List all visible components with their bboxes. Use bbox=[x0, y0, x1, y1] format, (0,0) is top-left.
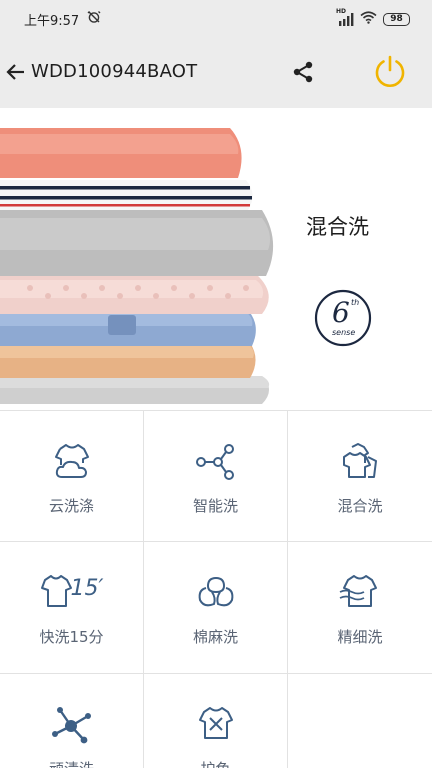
battery-icon: 98 bbox=[383, 12, 410, 26]
program-smart-wash[interactable]: 智能洗 bbox=[144, 411, 287, 541]
cloud-shirt-icon bbox=[49, 441, 95, 481]
program-color-care[interactable]: 护色 bbox=[144, 674, 287, 768]
back-arrow-icon bbox=[6, 64, 24, 80]
program-mixed-wash[interactable]: 混合洗 bbox=[288, 411, 432, 541]
battery-level: 98 bbox=[390, 13, 403, 24]
share-icon bbox=[293, 61, 313, 83]
sense-word: sense bbox=[332, 328, 356, 337]
program-cloud-wash[interactable]: 云洗涤 bbox=[0, 411, 143, 541]
program-label: 混合洗 bbox=[337, 497, 383, 515]
program-label: 精细洗 bbox=[337, 628, 383, 646]
program-label: 护色 bbox=[200, 758, 230, 768]
share-nodes-icon bbox=[193, 441, 239, 481]
program-hero: 混合洗 6 th sense bbox=[0, 108, 432, 410]
sense-number: 6 bbox=[332, 296, 350, 329]
program-delicate[interactable]: 精细洗 bbox=[288, 542, 432, 673]
program-label: 智能洗 bbox=[192, 497, 238, 515]
power-icon bbox=[375, 55, 405, 87]
quick-wash-duration: 15′ bbox=[70, 576, 104, 601]
wifi-icon bbox=[360, 10, 377, 28]
program-label: 快洗15分 bbox=[39, 628, 104, 646]
program-grid: 云洗涤 智能洗 混合洗 15′ 快洗15分 棉麻洗 精细洗 bbox=[0, 410, 432, 768]
delicate-shirt-icon bbox=[337, 572, 383, 612]
app-screen: 上午9:57 HD 98 WDD100944BAOT 混合洗 6 th sens… bbox=[0, 0, 432, 768]
signal-icon: HD bbox=[336, 8, 354, 26]
quick-wash-15-icon: 15′ bbox=[37, 572, 107, 612]
back-button[interactable] bbox=[4, 60, 28, 84]
top-bar: WDD100944BAOT bbox=[0, 38, 432, 108]
program-label: 棉麻洗 bbox=[192, 628, 238, 646]
power-button[interactable] bbox=[371, 52, 409, 90]
mixed-clothes-icon bbox=[337, 441, 383, 481]
color-care-icon bbox=[193, 704, 239, 744]
program-label: 云洗涤 bbox=[48, 497, 94, 515]
folded-clothes-image bbox=[0, 128, 274, 404]
6th-sense-icon: 6 th sense bbox=[313, 288, 373, 348]
program-empty-slot bbox=[288, 674, 432, 768]
sense-superscript: th bbox=[351, 298, 360, 307]
device-title: WDD100944BAOT bbox=[31, 61, 198, 82]
cotton-flower-icon bbox=[193, 572, 239, 612]
program-quick-wash-15[interactable]: 15′ 快洗15分 bbox=[0, 542, 143, 673]
program-cotton-linen[interactable]: 棉麻洗 bbox=[144, 542, 287, 673]
program-stain-wash[interactable]: 顽渍洗 bbox=[0, 674, 143, 768]
share-button[interactable] bbox=[290, 59, 316, 85]
status-time: 上午9:57 bbox=[24, 13, 80, 29]
program-label: 顽渍洗 bbox=[49, 758, 94, 768]
stain-splash-icon bbox=[49, 704, 95, 744]
alarm-off-icon bbox=[87, 10, 101, 28]
current-program-name: 混合洗 bbox=[306, 215, 369, 239]
status-bar: 上午9:57 HD 98 bbox=[0, 0, 432, 38]
